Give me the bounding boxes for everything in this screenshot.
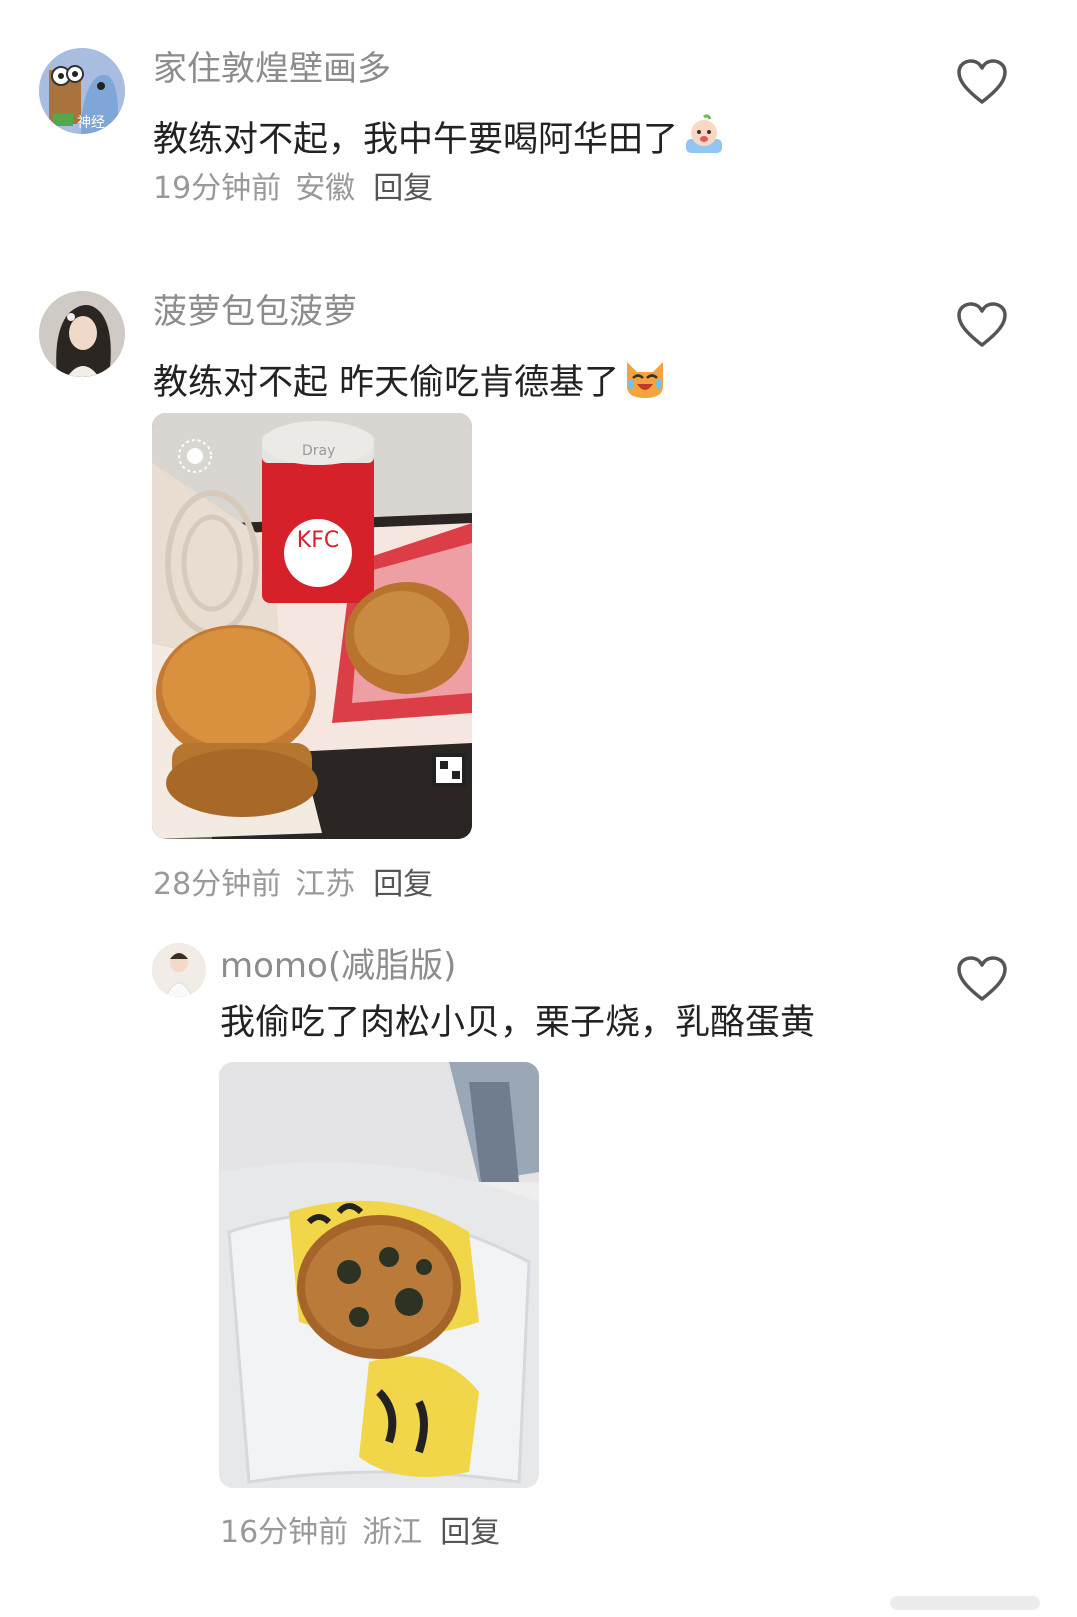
comment-photo-kfc-meal[interactable]: KFC Dray xyxy=(152,413,472,839)
comment-time: 16分钟前 xyxy=(220,1515,349,1550)
heart-outline-icon[interactable] xyxy=(956,301,1008,349)
scrollbar[interactable] xyxy=(890,1596,1040,1610)
comment-location: 安徽 xyxy=(295,171,356,206)
comment-username[interactable]: 菠萝包包菠萝 xyxy=(153,295,357,329)
laughing-cat-emoji xyxy=(623,356,667,407)
comment-meta: 28分钟前 江苏 回复 xyxy=(153,870,447,900)
comment-photo-pastry[interactable] xyxy=(219,1062,539,1488)
avatar[interactable]: 神经 xyxy=(39,48,125,134)
avatar-badge: 神经 xyxy=(77,115,105,131)
heart-outline-icon[interactable] xyxy=(956,955,1008,1003)
reply-button[interactable]: 回复 xyxy=(373,171,433,206)
reply-button[interactable]: 回复 xyxy=(373,867,433,902)
avatar[interactable] xyxy=(152,943,206,997)
kfc-cup-lid-text: Dray xyxy=(302,443,335,459)
kfc-cup-label: KFC xyxy=(297,528,339,553)
comment-text: 教练对不起，我中午要喝阿华田了 xyxy=(153,113,726,164)
comment-meta: 16分钟前 浙江 回复 xyxy=(220,1518,514,1548)
heart-outline-icon[interactable] xyxy=(956,58,1008,106)
reply-button[interactable]: 回复 xyxy=(440,1515,500,1550)
comment-username[interactable]: 家住敦煌壁画多 xyxy=(153,52,391,86)
comment-username[interactable]: momo(减脂版) xyxy=(220,949,456,983)
crying-baby-emoji xyxy=(682,113,726,164)
comment-location: 江苏 xyxy=(295,867,356,902)
comment-text: 我偷吃了肉松小贝，栗子烧，乳酪蛋黄 xyxy=(220,1003,816,1043)
avatar[interactable] xyxy=(39,291,125,377)
comment-text: 教练对不起 昨天偷吃肯德基了 xyxy=(153,356,667,407)
comment-time: 19分钟前 xyxy=(153,171,282,206)
comment-meta: 19分钟前 安徽 回复 xyxy=(153,174,447,204)
comment-time: 28分钟前 xyxy=(153,867,282,902)
comment-location: 浙江 xyxy=(362,1515,423,1550)
